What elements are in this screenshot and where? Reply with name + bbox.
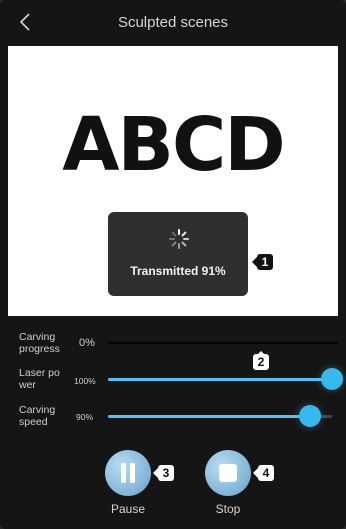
laser-power-row: Laser po wer 100% xyxy=(8,364,343,400)
carving-speed-row: Carving speed 90% xyxy=(8,402,338,438)
pause-label: Pause xyxy=(110,502,146,516)
header: Sculpted scenes xyxy=(0,0,346,46)
progress-value: 0% xyxy=(79,337,95,349)
callout-badge-3: 3 xyxy=(158,465,174,481)
loading-spinner-icon xyxy=(169,229,189,249)
carving-speed-value: 90% xyxy=(76,412,94,422)
carving-speed-label: Carving speed xyxy=(19,404,56,428)
carving-speed-slider-fill xyxy=(108,415,310,418)
pause-control: Pause xyxy=(103,450,153,516)
progress-bar xyxy=(108,342,338,344)
preview-text: ABCD xyxy=(62,102,285,188)
laser-power-slider[interactable] xyxy=(108,378,332,381)
page-title: Sculpted scenes xyxy=(117,14,229,31)
pause-icon xyxy=(121,463,135,483)
stop-label: Stop xyxy=(215,502,241,516)
stop-icon xyxy=(219,464,237,482)
laser-power-slider-thumb[interactable] xyxy=(321,368,343,390)
callout-badge-1: 1 xyxy=(257,254,273,270)
stop-control: Stop xyxy=(203,450,253,516)
laser-power-label: Laser po wer xyxy=(19,367,60,391)
carving-preview: ABCD Transmitted 91% 1 xyxy=(8,46,338,316)
progress-row: Carving progress 0% xyxy=(8,325,338,361)
laser-power-value: 100% xyxy=(74,376,96,386)
stop-button[interactable] xyxy=(205,450,251,496)
pause-button[interactable] xyxy=(105,450,151,496)
progress-label: Carving progress xyxy=(19,331,60,355)
callout-badge-4: 4 xyxy=(258,465,274,481)
carving-speed-slider-thumb[interactable] xyxy=(298,405,321,427)
control-panel: Carving progress 0% 2 Laser po wer 100% … xyxy=(8,318,343,523)
laser-power-slider-fill xyxy=(108,378,332,381)
transmission-toast: Transmitted 91% xyxy=(108,212,248,296)
app-frame: Sculpted scenes ABCD Transmitted 91% 1 C… xyxy=(0,0,346,529)
transmission-status: Transmitted 91% xyxy=(130,264,226,278)
